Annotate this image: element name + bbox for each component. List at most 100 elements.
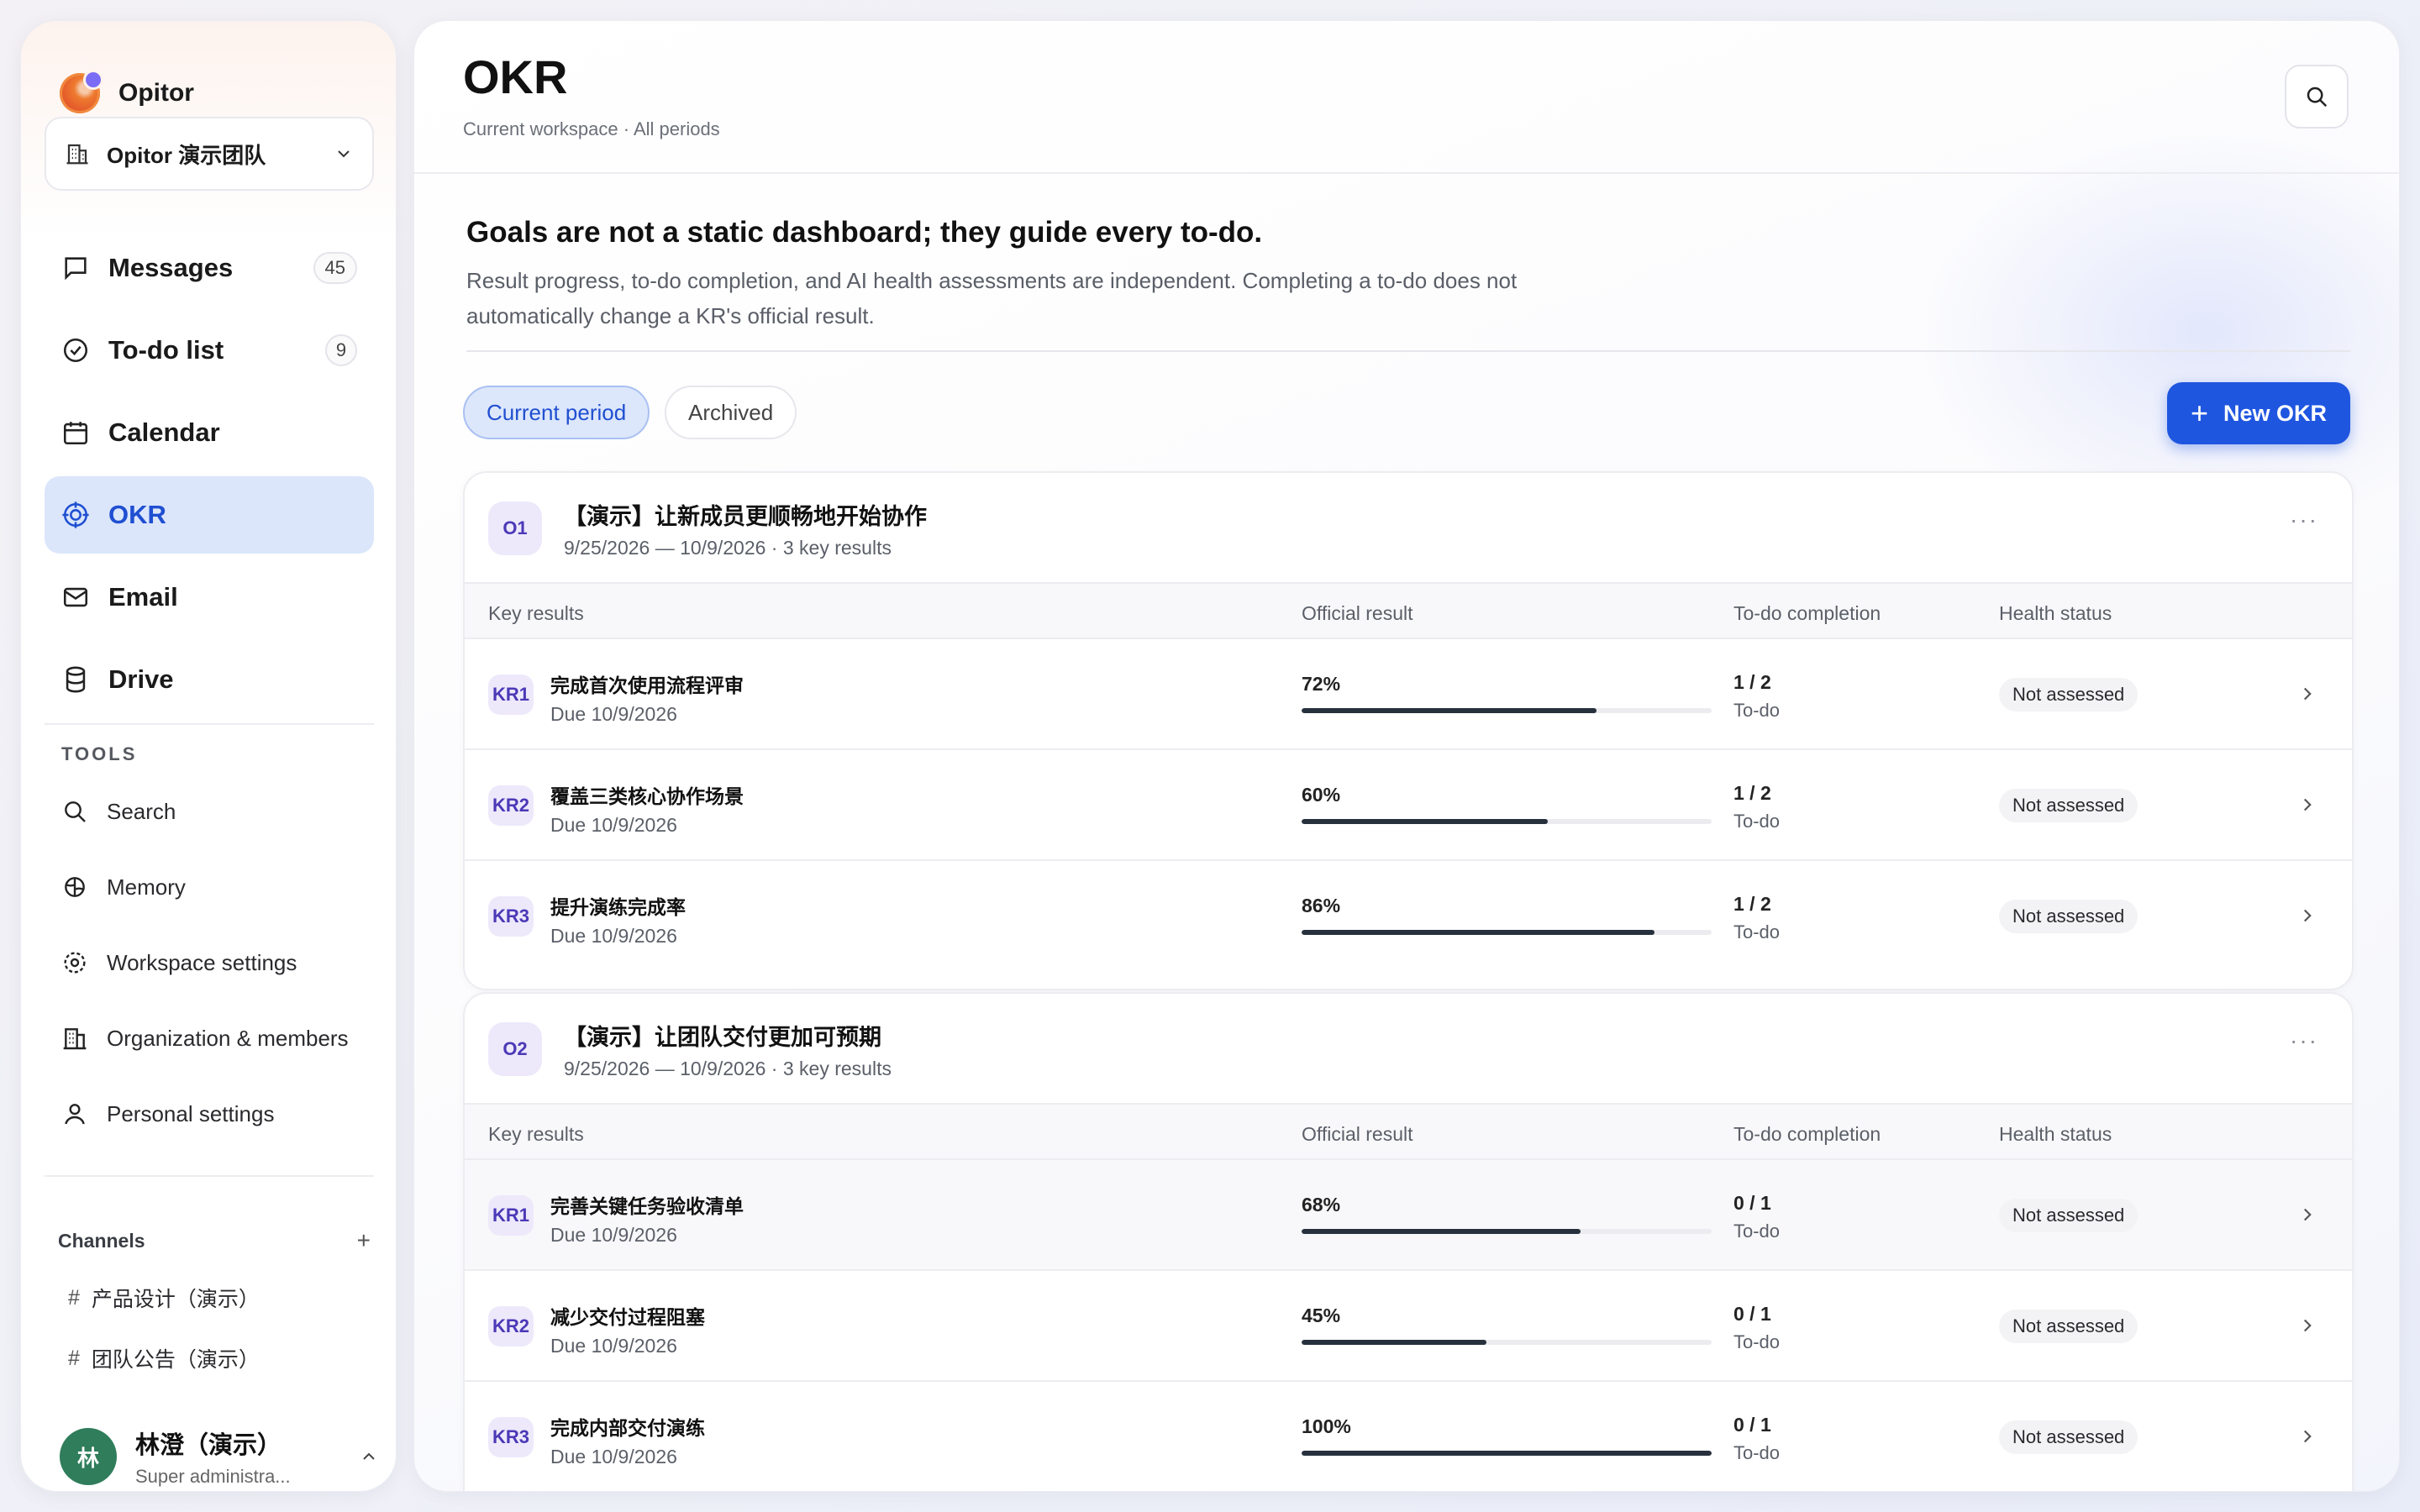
official-result-value: 60% <box>1302 784 1341 806</box>
main-panel: OKR Current workspace · All periods Goal… <box>413 20 2400 1492</box>
progress-fill <box>1302 1229 1581 1234</box>
progress-bar <box>1302 1229 1712 1234</box>
kr-badge: KR1 <box>488 1195 534 1236</box>
todo-completion-count: 1 / 2 <box>1733 671 1771 693</box>
chevron-right-icon <box>2303 687 2312 701</box>
objective-header[interactable]: O1 【演示】让新成员更顺畅地开始协作 9/25/2026 — 10/9/202… <box>465 473 2352 582</box>
todo-label: To-do <box>1733 1331 1781 1352</box>
column-header: Official result <box>1302 602 1413 624</box>
health-status-badge: Not assessed <box>1999 1310 2139 1343</box>
nav-item-okr[interactable]: OKR <box>45 476 374 554</box>
chevron-down-icon <box>338 150 350 158</box>
channels-heading: Channels <box>58 1229 145 1252</box>
kr-badge: KR3 <box>488 1417 534 1457</box>
chevron-up-icon <box>363 1452 375 1460</box>
objective-title: 【演示】让新成员更顺畅地开始协作 <box>564 504 927 529</box>
nav-item-drive[interactable]: Drive <box>45 641 374 718</box>
todo-label: To-do <box>1733 1442 1781 1463</box>
table-header: Key results Official result To-do comple… <box>465 1103 2352 1160</box>
key-result-row[interactable]: KR2 减少交付过程阻塞 Due 10/9/2026 45% 0 / 1 To-do Not… <box>465 1271 2352 1382</box>
nav-label: Calendar <box>108 417 220 447</box>
channel-item[interactable]: # 团队公告（演示） <box>68 1343 260 1373</box>
user-icon <box>65 1104 85 1125</box>
progress-fill <box>1302 1451 1712 1456</box>
key-results-list: KR1 完善关键任务验收清单 Due 10/9/2026 68% 0 / 1 To-do N… <box>465 1160 2352 1491</box>
workspace-name: Opitor 演示团队 <box>107 142 266 168</box>
objective-header[interactable]: O2 【演示】让团队交付更加可预期 9/25/2026 — 10/9/2026 … <box>465 994 2352 1103</box>
brand[interactable]: Opitor <box>60 70 194 113</box>
todo-label: To-do <box>1733 811 1781 832</box>
key-result-row[interactable]: KR3 完成内部交付演练 Due 10/9/2026 100% 0 / 1 To-do No… <box>465 1382 2352 1491</box>
sidebar: Opitor Opitor 演示团队 Messages 45 To-do lis… <box>20 20 397 1492</box>
nav-item-todo[interactable]: To-do list 9 <box>45 312 374 389</box>
kr-due-date: Due 10/9/2026 <box>550 925 677 947</box>
user-menu[interactable]: 林 林澄（演示） Super administra... <box>60 1425 379 1488</box>
search-icon <box>2307 87 2328 108</box>
column-header: Health status <box>1999 1123 2112 1145</box>
progress-bar <box>1302 930 1712 935</box>
kr-title: 完成内部交付演练 <box>550 1417 705 1439</box>
key-result-row[interactable]: KR3 提升演练完成率 Due 10/9/2026 86% 1 / 2 To-do Not … <box>465 861 2352 972</box>
column-header: To-do completion <box>1733 1123 1881 1145</box>
user-name: 林澄（演示） <box>135 1432 282 1459</box>
column-header: To-do completion <box>1733 602 1881 624</box>
health-status-badge: Not assessed <box>1999 900 2139 933</box>
avatar: 林 <box>60 1428 117 1485</box>
more-options-button[interactable]: ··· <box>2290 1027 2318 1054</box>
nav-item-messages[interactable]: Messages 45 <box>45 229 374 307</box>
nav-item-email[interactable]: Email <box>45 559 374 636</box>
tool-item-workspace-settings[interactable]: Workspace settings <box>45 933 374 992</box>
official-result-value: 86% <box>1302 895 1341 916</box>
key-result-row[interactable]: KR2 覆盖三类核心协作场景 Due 10/9/2026 60% 1 / 2 To-do N… <box>465 750 2352 861</box>
objective-badge: O2 <box>488 1022 542 1076</box>
gear-icon <box>64 952 86 974</box>
objective-meta: 9/25/2026 — 10/9/2026 · 3 key results <box>564 1058 892 1079</box>
kr-title: 覆盖三类核心协作场景 <box>550 785 744 807</box>
kr-title: 减少交付过程阻塞 <box>550 1306 705 1328</box>
unread-count-badge: 45 <box>313 252 357 284</box>
nav-label: To-do list <box>108 335 224 365</box>
nav-label: Drive <box>108 664 174 694</box>
chevron-right-icon <box>2303 1430 2312 1443</box>
official-result-value: 72% <box>1302 673 1341 695</box>
health-status-badge: Not assessed <box>1999 1420 2139 1454</box>
kr-badge: KR1 <box>488 675 534 715</box>
nav-item-calendar[interactable]: Calendar <box>45 394 374 471</box>
divider <box>45 1175 374 1177</box>
tool-item-memory[interactable]: Memory <box>45 858 374 916</box>
kr-badge: KR2 <box>488 1306 534 1347</box>
workspace-selector[interactable]: Opitor 演示团队 <box>45 117 374 191</box>
column-header: Health status <box>1999 602 2112 624</box>
official-result-value: 45% <box>1302 1305 1341 1326</box>
target-icon <box>62 501 89 528</box>
channel-name: 团队公告（演示） <box>91 1348 260 1372</box>
tool-item-organization[interactable]: Organization & members <box>45 1009 374 1068</box>
progress-bar <box>1302 708 1712 713</box>
key-result-row[interactable]: KR1 完成首次使用流程评审 Due 10/9/2026 72% 1 / 2 To-do N… <box>465 639 2352 750</box>
mail-icon <box>63 587 88 607</box>
progress-fill <box>1302 819 1548 824</box>
add-channel-button[interactable]: + <box>357 1227 371 1254</box>
column-header: Key results <box>488 1123 584 1145</box>
tool-item-search[interactable]: Search <box>45 782 374 841</box>
search-icon <box>65 801 86 822</box>
more-options-button[interactable]: ··· <box>2290 507 2318 533</box>
new-okr-button[interactable]: + New OKR <box>2166 382 2350 444</box>
key-result-row[interactable]: KR1 完善关键任务验收清单 Due 10/9/2026 68% 0 / 1 To-do N… <box>465 1160 2352 1271</box>
channel-name: 产品设计（演示） <box>91 1288 260 1311</box>
tool-item-personal-settings[interactable]: Personal settings <box>45 1084 374 1143</box>
tab-current-period[interactable]: Current period <box>463 386 650 439</box>
kr-title: 完善关键任务验收清单 <box>550 1195 744 1217</box>
objective-badge: O1 <box>488 501 542 555</box>
tab-archived[interactable]: Archived <box>665 386 797 439</box>
plus-icon: + <box>2190 396 2208 430</box>
channel-item[interactable]: # 产品设计（演示） <box>68 1283 260 1313</box>
kr-title: 提升演练完成率 <box>550 896 686 918</box>
todo-completion-count: 1 / 2 <box>1733 782 1771 804</box>
chevron-right-icon <box>2303 798 2312 811</box>
progress-bar <box>1302 819 1712 824</box>
tool-label: Personal settings <box>107 1100 275 1126</box>
health-status-badge: Not assessed <box>1999 678 2139 711</box>
nav-label: Email <box>108 582 178 612</box>
search-button[interactable] <box>2285 65 2349 129</box>
